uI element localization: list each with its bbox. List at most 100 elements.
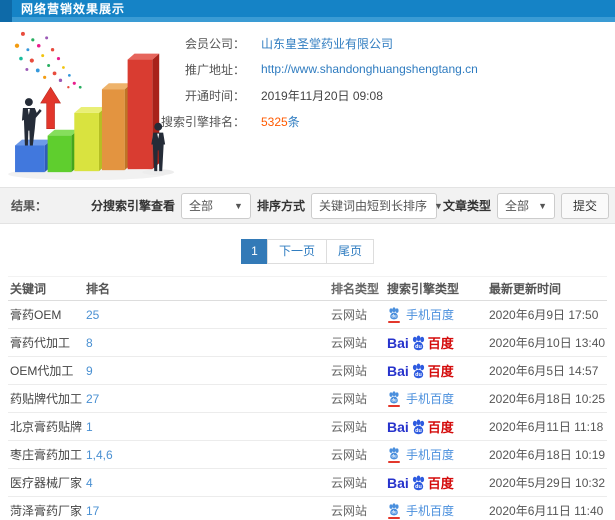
submit-button[interactable]: 提交: [560, 192, 609, 219]
company-link[interactable]: 山东皇圣堂药业有限公司: [261, 35, 393, 52]
engine-label: 手机百度: [406, 448, 455, 462]
baidu-cn-text: 百度: [427, 420, 454, 435]
table-row: 枣庄膏药加工 1,4,6 云网站 du 手机百度 2020年6月18日 10:1…: [8, 441, 607, 469]
keyword-cell: 枣庄膏药加工: [10, 448, 83, 462]
header-engine-type: 搜索引擎类型: [387, 282, 460, 296]
table-row: 医疗器械厂家 4 云网站 Bai du 百度 2020年5月29日 10:32: [8, 469, 607, 497]
baidu-cn-text: 百度: [427, 364, 454, 379]
updated-cell: 2020年6月5日 14:57: [489, 364, 599, 378]
updated-cell: 2020年5月29日 10:32: [489, 476, 606, 490]
sort-value: 关键词由短到长排序: [318, 199, 427, 213]
keyword-cell: 药贴牌代加工: [10, 392, 83, 406]
baidu-logo-text: Bai: [387, 474, 409, 491]
page-1-button[interactable]: 1: [240, 239, 268, 264]
bar-blue: [15, 139, 52, 173]
table-row: 菏泽膏药厂家 17 云网站 du 手机百度 2020年6月11日 11:40: [8, 497, 607, 520]
chevron-down-icon: ▼: [538, 200, 547, 211]
engine-filter-value: 全部: [188, 199, 213, 213]
engine-rank-row: 搜索引擎排名： 5325条: [140, 108, 611, 134]
next-page-button[interactable]: 下一页: [266, 239, 327, 264]
article-type-label: 文章类型: [442, 199, 491, 213]
promo-url-label: 推广地址：: [184, 62, 245, 77]
engine-cell: Bai du 百度: [387, 333, 489, 352]
rank-cell[interactable]: 17: [86, 504, 331, 518]
engine-rank-label: 搜索引擎排名：: [160, 114, 245, 129]
last-page-button[interactable]: 尾页: [326, 239, 375, 264]
keyword-cell: OEM代加工: [10, 364, 74, 378]
rank-type-cell: 云网站: [331, 420, 368, 434]
rank-cell[interactable]: 27: [86, 392, 331, 406]
table-row: 膏药OEM 25 云网站 du 手机百度 2020年6月9日 17:50: [8, 301, 607, 329]
promo-url-link[interactable]: http://www.shandonghuangshengtang.cn: [261, 62, 478, 76]
engine-rank-value: 5325条: [261, 113, 300, 130]
baidu-paw-icon: du: [409, 334, 427, 351]
baidu-logo-text: Bai: [387, 334, 409, 351]
svg-text:du: du: [391, 509, 397, 514]
svg-text:du: du: [415, 344, 422, 350]
sort-label: 排序方式: [256, 199, 305, 213]
article-type-value: 全部: [504, 199, 529, 213]
mobile-baidu-icon: du: [387, 390, 401, 407]
keyword-cell: 膏药代加工: [10, 336, 71, 350]
engine-label: 手机百度: [406, 504, 455, 518]
rank-cell[interactable]: 4: [86, 476, 331, 490]
sort-select[interactable]: 关键词由短到长排序 ▼: [310, 192, 443, 219]
rank-cell[interactable]: 8: [86, 336, 331, 350]
engine-cell: Bai du 百度: [387, 473, 489, 492]
rank-cell[interactable]: 25: [86, 308, 331, 322]
baidu-paw-icon: du: [409, 418, 427, 435]
account-summary-section: 会员公司： 山东皇圣堂药业有限公司 推广地址： http://www.shand…: [0, 22, 615, 187]
svg-text:du: du: [391, 397, 397, 402]
engine-cell: du 手机百度: [387, 306, 489, 323]
page-title: 网络营销效果展示: [21, 2, 126, 16]
rank-type-cell: 云网站: [331, 448, 368, 462]
chevron-down-icon: ▼: [234, 200, 243, 211]
company-row: 会员公司： 山东皇圣堂药业有限公司: [140, 30, 611, 56]
bar-orange: [101, 83, 132, 171]
svg-text:du: du: [391, 453, 397, 458]
engine-cell: Bai du 百度: [387, 417, 489, 436]
header-rank: 排名: [86, 282, 111, 296]
promo-url-row: 推广地址： http://www.shandonghuangshengtang.…: [140, 56, 611, 82]
baidu-logo-text: Bai: [387, 362, 409, 379]
rank-cell[interactable]: 1,4,6: [86, 448, 331, 462]
svg-text:du: du: [391, 313, 397, 318]
pagination: 1 下一页 尾页: [0, 239, 615, 264]
table-row: 北京膏药贴牌 1 云网站 Bai du 百度 2020年6月11日 11:18: [8, 413, 607, 441]
rank-unit: 条: [287, 114, 300, 129]
mobile-baidu-icon: du: [387, 446, 401, 463]
title-bar-notch: [0, 0, 12, 22]
svg-text:du: du: [415, 484, 422, 490]
updated-cell: 2020年6月18日 10:19: [489, 448, 606, 462]
mobile-baidu-icon: du: [387, 502, 401, 519]
svg-text:du: du: [415, 372, 422, 378]
rank-type-cell: 云网站: [331, 392, 368, 406]
bar-green: [47, 129, 79, 173]
keyword-cell: 医疗器械厂家: [10, 476, 83, 490]
open-time-label: 开通时间：: [184, 88, 245, 103]
businessman-left: [21, 98, 42, 146]
engine-label: 手机百度: [406, 308, 455, 322]
open-time-value: 2019年11月20日 09:08: [261, 88, 383, 103]
title-bar: 网络营销效果展示: [0, 0, 615, 22]
updated-cell: 2020年6月11日 11:40: [489, 504, 604, 518]
table-row: 药贴牌代加工 27 云网站 du 手机百度 2020年6月18日 10:25: [8, 385, 607, 413]
account-info: 会员公司： 山东皇圣堂药业有限公司 推广地址： http://www.shand…: [140, 30, 611, 134]
engine-filter-select[interactable]: 全部 ▼: [180, 192, 251, 219]
engine-filter-label: 分搜索引擎查看: [90, 199, 175, 213]
engine-label: 手机百度: [406, 392, 455, 406]
header-keyword: 关键词: [10, 282, 47, 296]
updated-cell: 2020年6月9日 17:50: [489, 308, 599, 322]
rank-type-cell: 云网站: [331, 336, 368, 350]
svg-text:du: du: [415, 428, 422, 434]
article-type-select[interactable]: 全部 ▼: [496, 192, 555, 219]
keyword-ranking-table: 关键词 排名 排名类型 搜索引擎类型 最新更新时间 膏药OEM 25 云网站 d…: [8, 276, 607, 520]
engine-cell: Bai du 百度: [387, 361, 489, 380]
rank-type-cell: 云网站: [331, 364, 368, 378]
engine-cell: du 手机百度: [387, 502, 489, 519]
rank-cell[interactable]: 9: [86, 364, 331, 378]
engine-cell: du 手机百度: [387, 446, 489, 463]
filter-bar: 结果： 分搜索引擎查看 全部 ▼ 排序方式 关键词由短到长排序 ▼ 文章类型 全…: [0, 187, 615, 224]
rank-type-cell: 云网站: [331, 476, 368, 490]
rank-cell[interactable]: 1: [86, 420, 331, 434]
